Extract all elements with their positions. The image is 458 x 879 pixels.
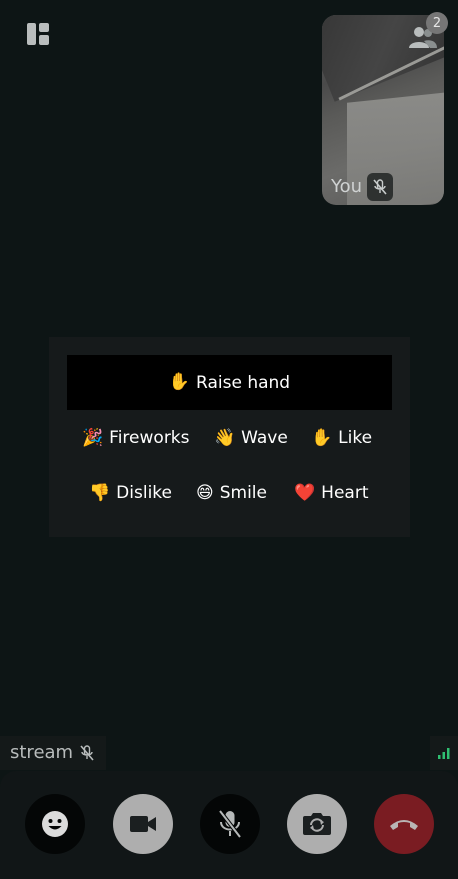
reactions-button[interactable] <box>25 794 85 854</box>
smile-reaction-button[interactable]: 😄 Smile <box>196 476 267 510</box>
fireworks-label: Fireworks <box>109 428 190 448</box>
dislike-emoji: 👎 <box>89 482 111 503</box>
layout-grid-icon[interactable] <box>24 20 52 48</box>
heart-label: Heart <box>321 483 369 503</box>
mic-off-icon <box>218 809 242 839</box>
like-emoji: ✋ <box>311 427 333 448</box>
reactions-panel: ✋ Raise hand 🎉 Fireworks 👋 Wave ✋ Like 👎… <box>49 337 410 537</box>
hang-up-button[interactable] <box>374 794 434 854</box>
participants-count-badge: 2 <box>426 12 448 34</box>
switch-camera-button[interactable] <box>287 794 347 854</box>
call-screen: 2 You ✋ Raise hand 🎉 Fireworks 👋 Wave ✋ … <box>0 0 458 879</box>
heart-emoji: ❤️ <box>294 482 316 503</box>
wave-label: Wave <box>241 428 288 448</box>
self-mic-off-icon <box>367 173 393 201</box>
raised-hand-emoji: ✋ <box>168 372 191 392</box>
camera-button[interactable] <box>113 794 173 854</box>
like-reaction-button[interactable]: ✋ Like <box>311 421 372 455</box>
heart-reaction-button[interactable]: ❤️ Heart <box>294 476 369 510</box>
smile-emoji: 😄 <box>196 482 214 503</box>
call-controls-bar <box>0 771 458 879</box>
fireworks-reaction-button[interactable]: 🎉 Fireworks <box>82 421 190 455</box>
wave-emoji: 👋 <box>214 427 236 448</box>
raise-hand-label: Raise hand <box>196 372 291 393</box>
stream-label-bar: stream <box>0 736 106 770</box>
smile-label: Smile <box>219 483 267 503</box>
raise-hand-button[interactable]: ✋ Raise hand <box>67 355 392 410</box>
smile-icon <box>42 811 68 837</box>
video-camera-icon <box>130 816 156 832</box>
like-label: Like <box>338 428 373 448</box>
fireworks-emoji: 🎉 <box>82 427 104 448</box>
wave-reaction-button[interactable]: 👋 Wave <box>214 421 288 455</box>
dislike-reaction-button[interactable]: 👎 Dislike <box>89 476 172 510</box>
phone-hangup-icon <box>390 820 418 830</box>
dislike-label: Dislike <box>116 483 172 503</box>
microphone-button[interactable] <box>200 794 260 854</box>
stream-label: stream <box>10 742 74 763</box>
stream-mic-off-icon <box>80 745 94 765</box>
signal-bars-icon <box>430 736 458 770</box>
camera-switch-icon <box>303 813 331 835</box>
self-label: You <box>331 176 363 197</box>
